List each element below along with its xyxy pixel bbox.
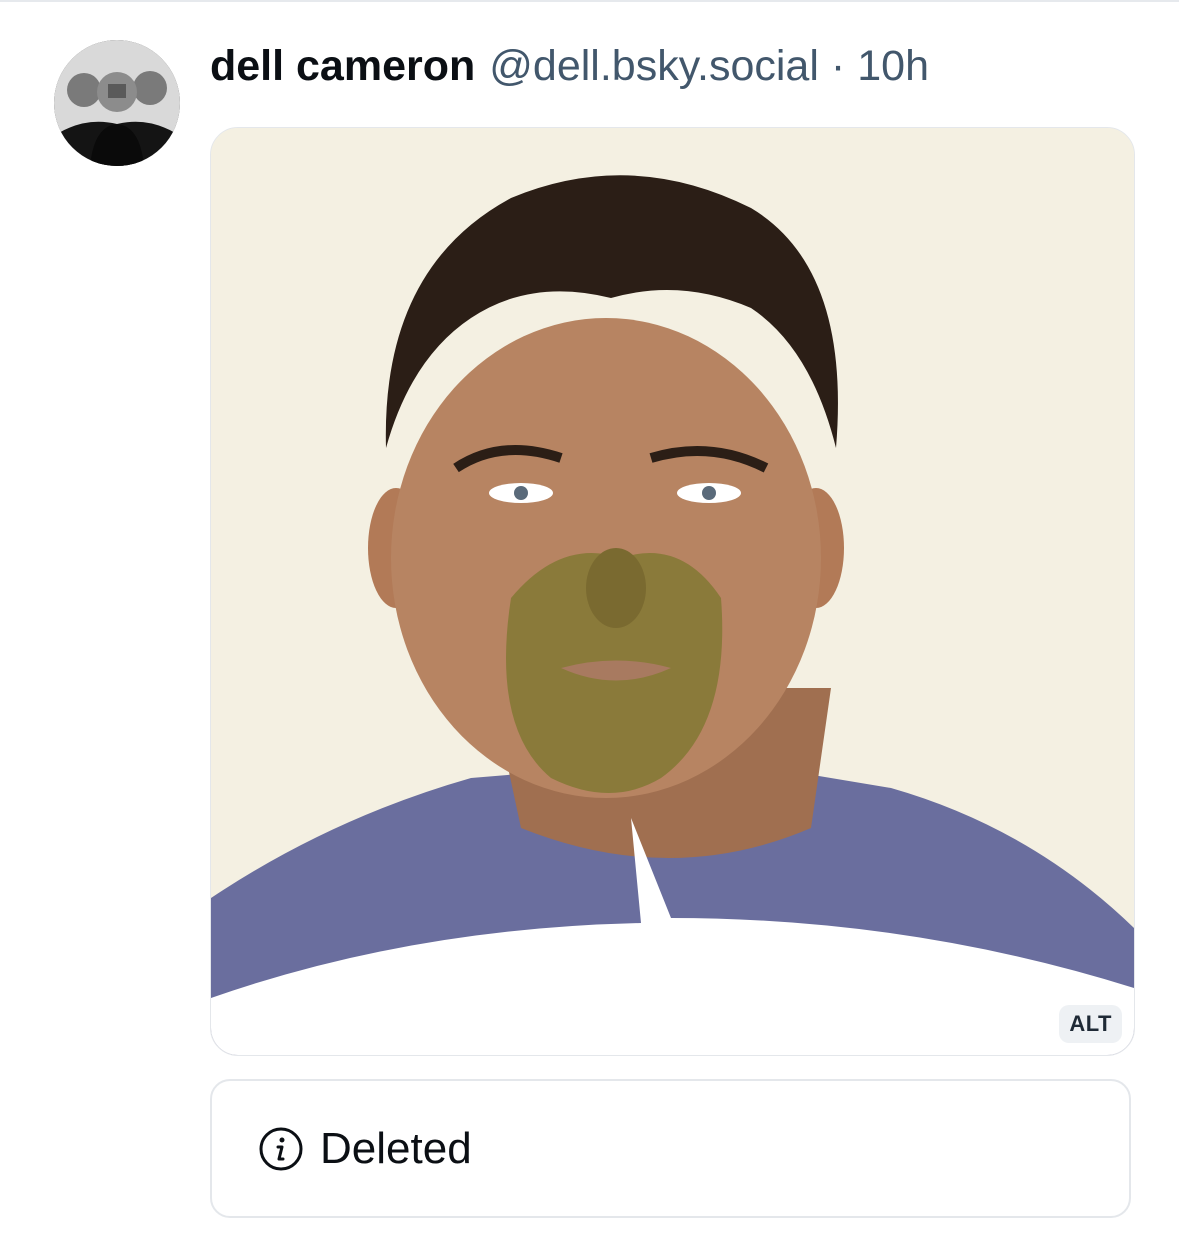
post-timestamp[interactable]: 10h [857,42,929,91]
separator-dot: · [830,41,846,90]
avatar-photo-icon [54,40,180,166]
author-avatar[interactable] [54,40,180,166]
author-name[interactable]: dell cameron [210,42,475,91]
post-header: dell cameron @dell.bsky.social · 10h [210,38,929,94]
info-circle-icon [259,1127,303,1170]
alt-badge[interactable]: ALT [1059,1005,1122,1043]
deleted-status-text: Deleted [320,1123,472,1173]
quoted-post-deleted: Deleted [210,1079,1131,1218]
post-image[interactable]: ALT [210,127,1135,1056]
top-divider [0,0,1179,2]
portrait-photo-icon [211,128,1134,1055]
author-handle[interactable]: @dell.bsky.social [489,42,819,91]
